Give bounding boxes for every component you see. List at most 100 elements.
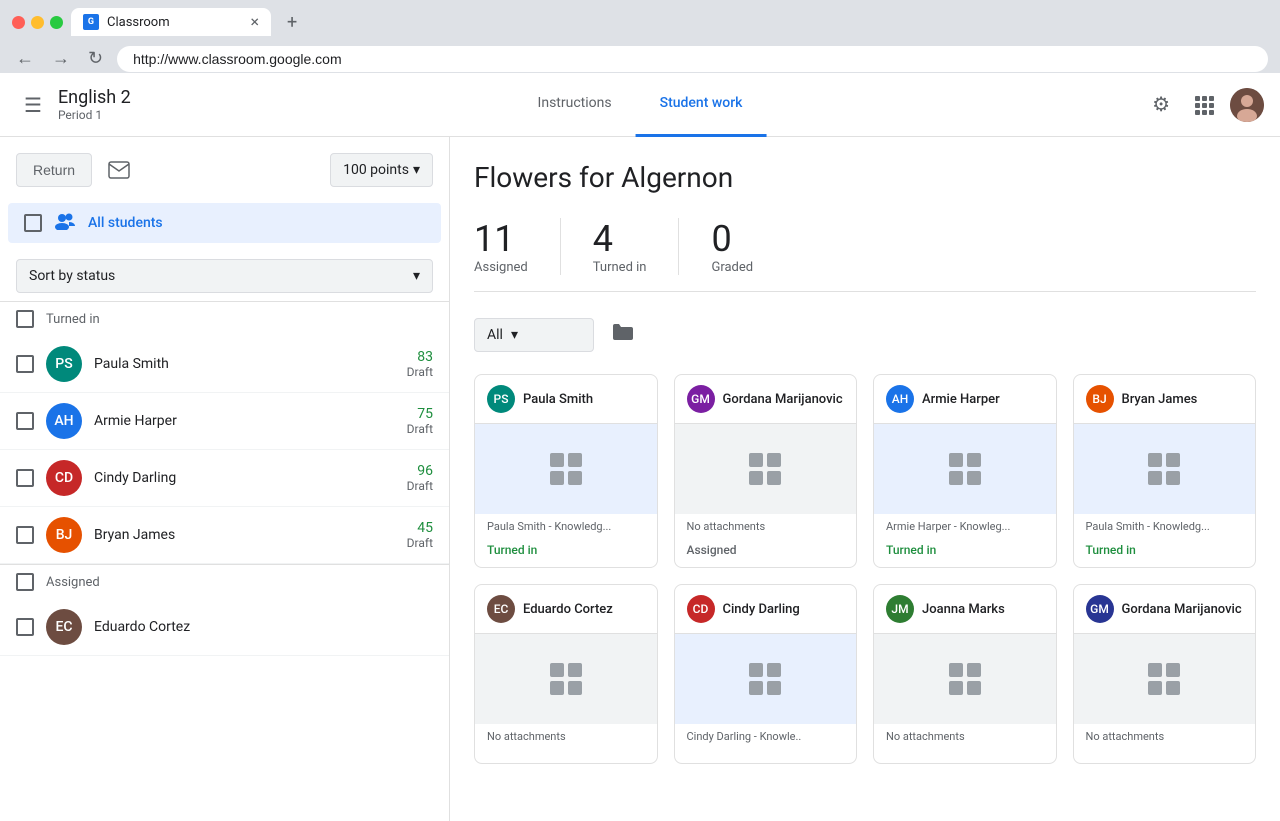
back-button[interactable]: ← xyxy=(12,44,38,73)
address-bar-input[interactable] xyxy=(117,46,1268,72)
content-area: Flowers for Algernon 11 Assigned4 Turned… xyxy=(450,137,1280,821)
tab-title: Classroom xyxy=(107,15,242,30)
student-checkbox[interactable] xyxy=(16,355,34,373)
card-file-name: No attachments xyxy=(675,514,857,539)
student-row[interactable]: BJ Bryan James 45 Draft xyxy=(0,507,449,564)
new-tab-button[interactable]: + xyxy=(287,12,297,33)
student-card[interactable]: GM Gordana Marijanovic No attachments As… xyxy=(674,374,858,568)
turned-in-checkbox[interactable] xyxy=(16,310,34,328)
tab-student-work[interactable]: Student work xyxy=(636,73,767,137)
student-card[interactable]: PS Paula Smith Paula Smith - Knowledg...… xyxy=(474,374,658,568)
student-card[interactable]: CD Cindy Darling Cindy Darling - Knowle.… xyxy=(674,584,858,764)
card-header: CD Cindy Darling xyxy=(675,585,857,634)
tab-close-icon[interactable]: × xyxy=(250,14,259,30)
student-checkbox[interactable] xyxy=(16,618,34,636)
grade-value: 45 xyxy=(407,520,433,536)
header-actions: ⚙ xyxy=(1144,84,1264,125)
points-dropdown[interactable]: 100 points ▾ xyxy=(330,153,433,187)
card-thumbnail xyxy=(1074,634,1256,724)
dot-yellow[interactable] xyxy=(31,16,44,29)
assignment-title: Flowers for Algernon xyxy=(474,161,1256,194)
card-name: Eduardo Cortez xyxy=(523,602,613,617)
apps-button[interactable] xyxy=(1186,87,1222,123)
avatar[interactable] xyxy=(1230,88,1264,122)
card-name: Gordana Marijanovic xyxy=(723,392,843,407)
refresh-button[interactable]: ↻ xyxy=(84,44,107,73)
student-card[interactable]: BJ Bryan James Paula Smith - Knowledg...… xyxy=(1073,374,1257,568)
card-avatar: CD xyxy=(687,595,715,623)
dot-green[interactable] xyxy=(50,16,63,29)
student-avatar: BJ xyxy=(46,517,82,553)
card-status xyxy=(1074,749,1256,763)
card-file-name: No attachments xyxy=(874,724,1056,749)
card-avatar: JM xyxy=(886,595,914,623)
card-header: GM Gordana Marijanovic xyxy=(1074,585,1256,634)
tab-instructions[interactable]: Instructions xyxy=(514,73,636,137)
sidebar-top: Return 100 points ▾ xyxy=(0,137,449,203)
card-avatar: PS xyxy=(487,385,515,413)
all-students-checkbox[interactable] xyxy=(24,214,42,232)
card-header: PS Paula Smith xyxy=(475,375,657,424)
sort-row: Sort by status ▾ xyxy=(0,243,449,301)
all-students-text: All students xyxy=(88,215,163,231)
card-status xyxy=(675,749,857,763)
student-checkbox[interactable] xyxy=(16,526,34,544)
app-subtitle: Period 1 xyxy=(58,108,131,122)
card-header: BJ Bryan James xyxy=(1074,375,1256,424)
stat-item-assigned: 11 Assigned xyxy=(474,218,561,275)
main-layout: Return 100 points ▾ xyxy=(0,137,1280,821)
student-card[interactable]: GM Gordana Marijanovic No attachments xyxy=(1073,584,1257,764)
card-status: Turned in xyxy=(475,539,657,567)
browser-tab[interactable]: G Classroom × xyxy=(71,8,271,36)
student-avatar: PS xyxy=(46,346,82,382)
filter-dropdown[interactable]: All ▾ xyxy=(474,318,594,352)
card-avatar: AH xyxy=(886,385,914,413)
card-status: Turned in xyxy=(1074,539,1256,567)
return-button[interactable]: Return xyxy=(16,153,92,187)
card-status: Turned in xyxy=(874,539,1056,567)
card-name: Joanna Marks xyxy=(922,602,1005,617)
card-file-name: No attachments xyxy=(1074,724,1256,749)
sort-chevron-icon: ▾ xyxy=(413,268,420,284)
card-name: Armie Harper xyxy=(922,392,1000,407)
student-card[interactable]: JM Joanna Marks No attachments xyxy=(873,584,1057,764)
card-avatar: GM xyxy=(1086,595,1114,623)
sidebar: Return 100 points ▾ xyxy=(0,137,450,821)
student-row[interactable]: EC Eduardo Cortez xyxy=(0,599,449,656)
browser-controls: G Classroom × + xyxy=(12,8,1268,36)
dot-red[interactable] xyxy=(12,16,25,29)
student-grade: 83 Draft xyxy=(407,349,433,379)
student-row[interactable]: CD Cindy Darling 96 Draft xyxy=(0,450,449,507)
grade-value: 96 xyxy=(407,463,433,479)
assigned-checkbox[interactable] xyxy=(16,573,34,591)
grade-status: Draft xyxy=(407,536,433,550)
student-card[interactable]: AH Armie Harper Armie Harper - Knowleg..… xyxy=(873,374,1057,568)
stat-number: 0 xyxy=(711,218,753,260)
forward-button[interactable]: → xyxy=(48,44,74,73)
settings-button[interactable]: ⚙ xyxy=(1144,84,1178,125)
hamburger-icon[interactable]: ☰ xyxy=(16,85,50,125)
mail-button[interactable] xyxy=(100,153,138,187)
card-status xyxy=(874,749,1056,763)
turned-in-label: Turned in xyxy=(46,312,100,327)
card-status xyxy=(475,749,657,763)
cards-grid: PS Paula Smith Paula Smith - Knowledg...… xyxy=(474,374,1256,764)
student-checkbox[interactable] xyxy=(16,469,34,487)
students-icon xyxy=(54,211,76,235)
student-checkbox[interactable] xyxy=(16,412,34,430)
folder-button[interactable] xyxy=(606,316,640,354)
student-row[interactable]: AH Armie Harper 75 Draft xyxy=(0,393,449,450)
stat-item-graded: 0 Graded xyxy=(711,218,785,275)
filter-row: All ▾ xyxy=(474,316,1256,354)
student-avatar: CD xyxy=(46,460,82,496)
address-bar-row: ← → ↻ xyxy=(12,44,1268,73)
student-row[interactable]: PS Paula Smith 83 Draft xyxy=(0,336,449,393)
sort-dropdown[interactable]: Sort by status ▾ xyxy=(16,259,433,293)
student-card[interactable]: EC Eduardo Cortez No attachments xyxy=(474,584,658,764)
all-students-row[interactable]: All students xyxy=(8,203,441,243)
card-avatar: BJ xyxy=(1086,385,1114,413)
stats-row: 11 Assigned4 Turned in0 Graded xyxy=(474,218,1256,292)
card-file-name: No attachments xyxy=(475,724,657,749)
grade-status: Draft xyxy=(407,422,433,436)
turned-in-students-list: PS Paula Smith 83 Draft AH Armie Harper … xyxy=(0,336,449,564)
